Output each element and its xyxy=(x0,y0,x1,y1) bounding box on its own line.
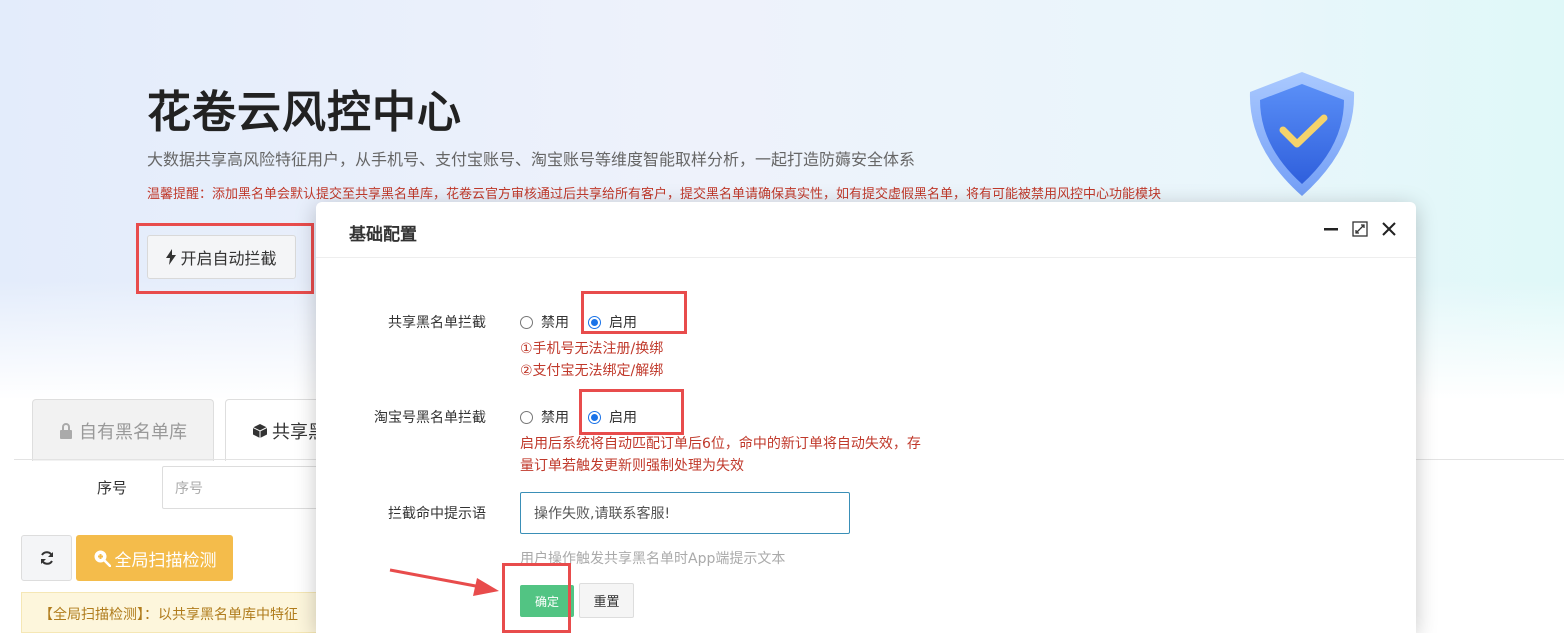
page-subtitle: 大数据共享高风险特征用户，从手机号、支付宝账号、淘宝账号等维度智能取样分析，一起… xyxy=(147,150,916,169)
hint-line: 启用后系统将自动匹配订单后6位，命中的新订单将自动失效，存 xyxy=(520,436,921,452)
page-title: 花卷云风控中心 xyxy=(147,87,462,138)
maximize-icon[interactable] xyxy=(1350,219,1370,239)
radio-circle xyxy=(520,315,533,329)
taobao-blacklist-label: 淘宝号黑名单拦截 xyxy=(374,410,486,426)
search-plus-icon xyxy=(94,550,111,567)
arrow-annotation-icon xyxy=(389,568,499,596)
shared-blacklist-hints: ①手机号无法注册/换绑 ②支付宝无法绑定/解绑 xyxy=(520,338,663,382)
shield-check-icon xyxy=(1249,72,1355,196)
radio-label: 禁用 xyxy=(541,410,569,426)
radio-circle xyxy=(520,410,533,424)
refresh-button[interactable] xyxy=(21,535,72,581)
minimize-icon[interactable] xyxy=(1321,219,1341,239)
refresh-icon xyxy=(40,551,53,565)
reset-button[interactable]: 重置 xyxy=(579,583,634,618)
tab-own-blacklist[interactable]: 自有黑名单库 xyxy=(32,399,214,461)
modal-title: 基础配置 xyxy=(349,225,417,245)
highlight-confirm xyxy=(502,563,571,633)
shared-blacklist-label: 共享黑名单拦截 xyxy=(388,315,486,331)
hint-line: ②支付宝无法绑定/解绑 xyxy=(520,363,664,379)
hint-line: 量订单若触发更新则强制处理为失效 xyxy=(520,458,744,474)
lock-icon xyxy=(60,422,72,439)
serial-label: 序号 xyxy=(97,479,128,497)
hint-line: ①手机号无法注册/换绑 xyxy=(520,341,664,357)
prompt-input[interactable]: 操作失败,请联系客服! xyxy=(520,492,850,534)
serial-input[interactable]: 序号 xyxy=(162,466,332,509)
taobao-blacklist-disable-radio[interactable]: 禁用 xyxy=(520,407,569,427)
highlight-taobao-enable xyxy=(579,389,684,435)
close-icon[interactable] xyxy=(1379,219,1399,239)
highlight-shared-enable xyxy=(581,291,687,334)
cube-icon xyxy=(252,423,268,438)
radio-label: 禁用 xyxy=(541,315,569,331)
tab-own-blacklist-label: 自有黑名单库 xyxy=(79,421,187,443)
global-scan-label: 全局扫描检测 xyxy=(114,550,217,571)
global-scan-button[interactable]: 全局扫描检测 xyxy=(76,535,233,581)
highlight-auto-intercept xyxy=(136,223,314,294)
prompt-label: 拦截命中提示语 xyxy=(388,506,486,522)
modal-header: 基础配置 xyxy=(316,202,1416,258)
taobao-blacklist-hint: 启用后系统将自动匹配订单后6位，命中的新订单将自动失效，存 量订单若触发更新则强… xyxy=(520,433,921,477)
shared-blacklist-disable-radio[interactable]: 禁用 xyxy=(520,312,569,332)
